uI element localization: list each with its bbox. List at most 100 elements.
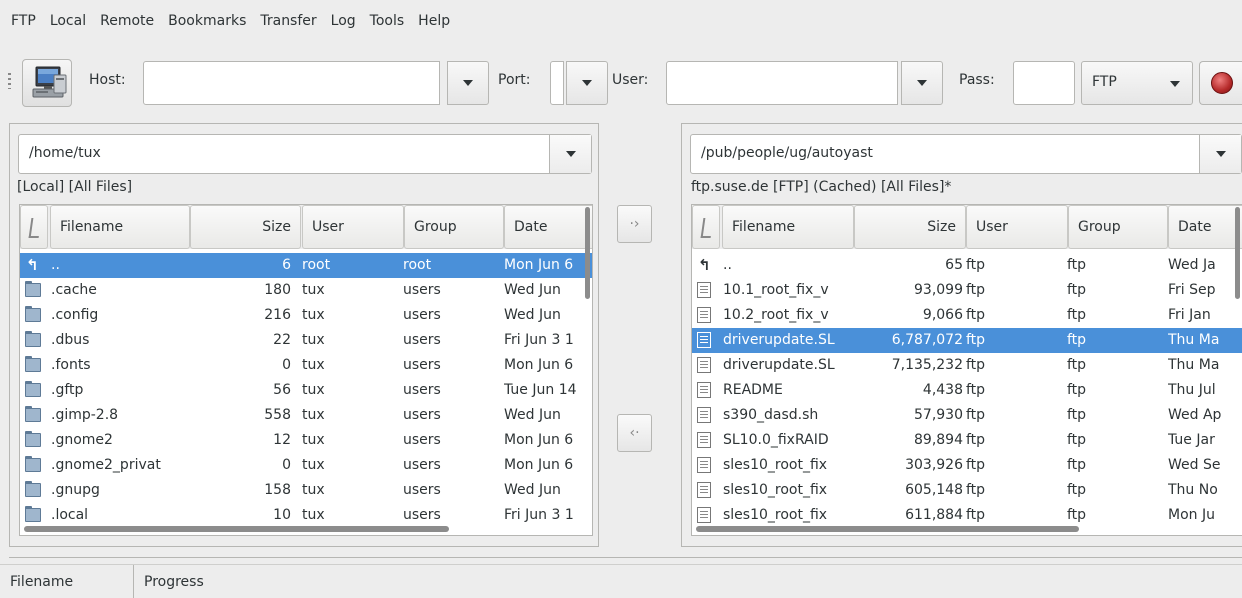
user-input[interactable] [666, 61, 898, 105]
remote-col-filename[interactable]: Filename [722, 205, 854, 249]
table-row[interactable]: README 4,438 ftp ftp Thu Jul [692, 378, 1242, 403]
size-cell: 9,066 [922, 307, 963, 323]
remote-path-combo[interactable]: /pub/people/ug/autoyast [690, 134, 1242, 174]
folder-icon [25, 406, 41, 422]
table-row[interactable]: s390_dasd.sh 57,930 ftp ftp Wed Ap [692, 403, 1242, 428]
local-path-dropdown-button[interactable] [549, 135, 591, 173]
arrow-left-icon: ‹· [629, 425, 640, 441]
date-cell: Wed Jun [504, 407, 561, 423]
folder-icon [25, 281, 41, 297]
remote-hscrollbar[interactable] [692, 523, 1242, 535]
remote-col-group[interactable]: Group [1068, 205, 1168, 249]
date-cell: Wed Ja [1168, 257, 1216, 273]
col-transfer-filename[interactable]: Filename [0, 565, 134, 598]
remote-path-dropdown-button[interactable] [1199, 135, 1241, 173]
folder-icon [25, 506, 41, 522]
group-cell: ftp [1067, 257, 1087, 273]
local-col-group[interactable]: Group [404, 205, 504, 249]
menu-bookmarks[interactable]: Bookmarks [161, 0, 253, 42]
local-col-filename[interactable]: Filename [50, 205, 190, 249]
filename-cell: s390_dasd.sh [723, 407, 819, 423]
table-row[interactable]: ↰.. 65 ftp ftp Wed Ja [692, 253, 1242, 278]
menu-local[interactable]: Local [43, 0, 93, 42]
host-input[interactable] [143, 61, 440, 105]
chevron-down-icon [917, 80, 927, 86]
table-row[interactable]: .gnupg 158 tux users Wed Jun [20, 478, 592, 503]
connect-button[interactable] [22, 59, 72, 107]
table-row[interactable]: .gimp-2.8 558 tux users Wed Jun [20, 403, 592, 428]
protocol-select[interactable]: FTP [1081, 61, 1193, 105]
transfer-to-remote-button[interactable]: ·› [617, 205, 652, 243]
size-cell: 605,148 [905, 482, 963, 498]
table-row[interactable]: .cache 180 tux users Wed Jun [20, 278, 592, 303]
remote-col-date[interactable]: Date [1168, 205, 1242, 249]
local-vscrollbar[interactable] [584, 205, 592, 535]
local-col-size[interactable]: Size [190, 205, 301, 249]
table-row[interactable]: .fonts 0 tux users Mon Jun 6 [20, 353, 592, 378]
group-cell: ftp [1067, 332, 1087, 348]
remote-vscrollbar[interactable] [1234, 205, 1242, 535]
table-row[interactable]: 10.2_root_fix_v 9,066 ftp ftp Fri Jan [692, 303, 1242, 328]
remote-vscroll-thumb[interactable] [1235, 207, 1240, 299]
col-transfer-progress[interactable]: Progress [134, 565, 334, 598]
document-icon [697, 432, 711, 448]
local-vscroll-thumb[interactable] [585, 207, 590, 299]
size-cell: 0 [282, 357, 291, 373]
local-col-date[interactable]: Date [504, 205, 592, 249]
size-cell: 216 [264, 307, 291, 323]
host-dropdown-button[interactable] [447, 61, 489, 105]
password-input[interactable] [1013, 61, 1075, 105]
date-cell: Wed Jun [504, 482, 561, 498]
transfer-to-local-button[interactable]: ‹· [617, 414, 652, 452]
size-cell: 57,930 [914, 407, 963, 423]
filename-cell: sles10_root_fix [723, 482, 828, 498]
size-cell: 7,135,232 [891, 357, 963, 373]
menu-transfer[interactable]: Transfer [253, 0, 323, 42]
local-path-combo[interactable]: /home/tux [18, 134, 592, 174]
table-row[interactable]: SL10.0_fixRAID 89,894 ftp ftp Tue Jar [692, 428, 1242, 453]
stop-button[interactable] [1199, 61, 1242, 105]
table-row[interactable]: driverupdate.SL 6,787,072 ftp ftp Thu Ma [692, 328, 1242, 353]
sort-indicator-icon[interactable] [692, 205, 720, 249]
menu-remote[interactable]: Remote [93, 0, 161, 42]
table-row[interactable]: sles10_root_fix 605,148 ftp ftp Thu No [692, 478, 1242, 503]
table-row[interactable]: .gftp 56 tux users Tue Jun 14 [20, 378, 592, 403]
remote-file-list[interactable]: Filename Size User Group Date ↰.. 65 ftp ft… [691, 204, 1242, 536]
table-row[interactable]: 10.1_root_fix_v 93,099 ftp ftp Fri Sep [692, 278, 1242, 303]
local-col-user[interactable]: User [302, 205, 404, 249]
toolbar-grip-handle[interactable] [8, 73, 11, 89]
document-icon [697, 382, 711, 398]
table-row[interactable]: driverupdate.SL 7,135,232 ftp ftp Thu Ma [692, 353, 1242, 378]
menu-tools[interactable]: Tools [363, 0, 412, 42]
date-cell: Fri Jun 3 1 [504, 332, 574, 348]
remote-col-size[interactable]: Size [854, 205, 966, 249]
date-cell: Fri Jan [1168, 307, 1211, 323]
remote-col-user[interactable]: User [966, 205, 1068, 249]
pane-separator[interactable] [9, 557, 1242, 558]
table-row[interactable]: .dbus 22 tux users Fri Jun 3 1 [20, 328, 592, 353]
group-cell: users [403, 282, 441, 298]
table-row[interactable]: .config 216 tux users Wed Jun [20, 303, 592, 328]
document-icon [697, 482, 711, 498]
local-file-list[interactable]: Filename Size User Group Date ↰.. 6 root ro… [19, 204, 593, 536]
group-cell: users [403, 407, 441, 423]
local-hscrollbar[interactable] [20, 523, 592, 535]
remote-hscroll-thumb[interactable] [696, 526, 1079, 532]
user-dropdown-button[interactable] [901, 61, 943, 105]
menu-ftp[interactable]: FTP [4, 0, 43, 42]
table-row[interactable]: .gnome2_privat 0 tux users Mon Jun 6 [20, 453, 592, 478]
local-hscroll-thumb[interactable] [24, 526, 449, 532]
table-row[interactable]: ↰.. 6 root root Mon Jun 6 [20, 253, 592, 278]
user-cell: tux [302, 382, 325, 398]
table-row[interactable]: sles10_root_fix 303,926 ftp ftp Wed Se [692, 453, 1242, 478]
port-dropdown-button[interactable] [566, 61, 608, 105]
size-cell: 65 [945, 257, 963, 273]
port-input[interactable] [550, 61, 564, 105]
menu-help[interactable]: Help [411, 0, 457, 42]
menu-log[interactable]: Log [324, 0, 363, 42]
group-cell: users [403, 357, 441, 373]
date-cell: Thu Ma [1168, 332, 1220, 348]
sort-indicator-icon[interactable] [20, 205, 48, 249]
table-row[interactable]: .gnome2 12 tux users Mon Jun 6 [20, 428, 592, 453]
group-cell: ftp [1067, 482, 1087, 498]
